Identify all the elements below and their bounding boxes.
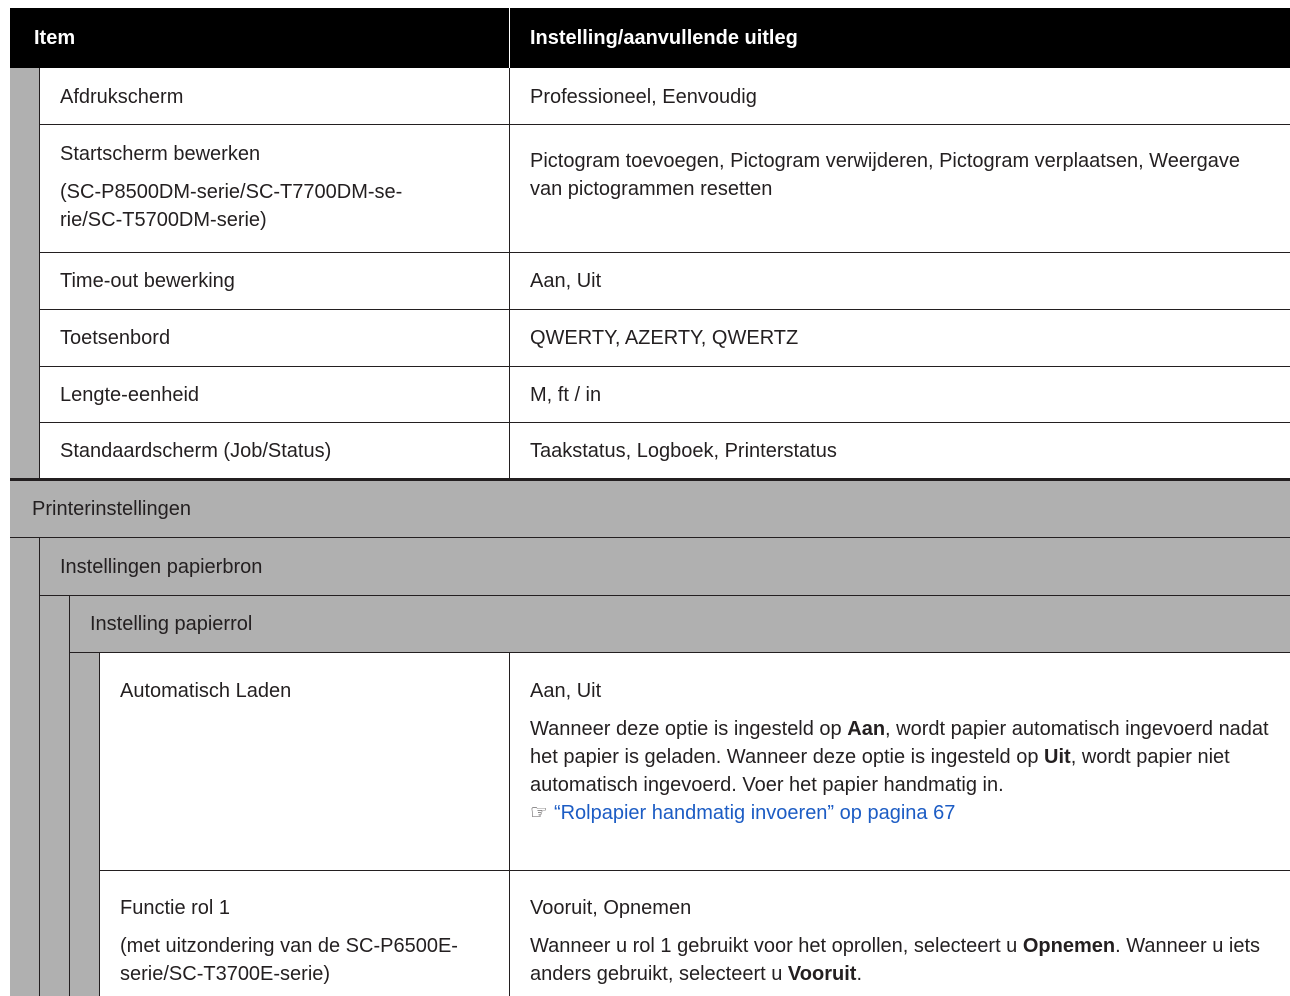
table-row: Functie rol 1 (met uitzondering van de S… xyxy=(100,871,1290,996)
setting-value: Professioneel, Eenvoudig xyxy=(530,86,757,108)
item-cell: Startscherm bewerken (SC-P8500DM-serie/S… xyxy=(60,140,440,234)
group-row-papierrol: Instelling papierrol xyxy=(70,596,1290,653)
column-divider xyxy=(509,367,510,422)
item-note: (met uitzondering van de SC-P6500E-serie… xyxy=(120,935,458,985)
group-label: Instelling papierrol xyxy=(90,613,253,635)
setting-description: Wanneer u rol 1 gebruikt voor het oproll… xyxy=(530,932,1280,988)
header-item: Item xyxy=(34,27,76,49)
description-bold: Aan xyxy=(847,718,886,740)
table-row: Lengte-eenheid M, ft / in xyxy=(40,367,1290,423)
indent-rail-level1 xyxy=(10,68,40,481)
column-divider xyxy=(509,653,510,870)
setting-value: Aan, Uit xyxy=(530,680,602,702)
indent-rail-level1 xyxy=(10,538,40,996)
setting-value: QWERTY, AZERTY, QWERTZ xyxy=(530,327,799,349)
column-divider xyxy=(509,125,510,252)
column-divider xyxy=(509,423,510,478)
item-cell: Functie rol 1 (met uitzondering van de S… xyxy=(120,894,480,988)
reference-link[interactable]: “Rolpapier handmatig invoeren” op pagina… xyxy=(554,802,955,824)
description-bold: Opnemen xyxy=(1022,935,1116,957)
item-note: (SC-P8500DM-serie/SC-T7700DM-se-rie/SC-T… xyxy=(60,181,403,231)
column-divider xyxy=(509,310,510,366)
setting-value: Aan, Uit xyxy=(530,270,602,292)
item-label: Startscherm bewerken xyxy=(60,143,261,165)
item-label: Automatisch Laden xyxy=(120,680,292,702)
table-row: Afdrukscherm Professioneel, Eenvoudig xyxy=(40,68,1290,125)
item-label: Afdrukscherm xyxy=(60,86,184,108)
group-label: Instellingen papierbron xyxy=(60,556,263,578)
indent-rail-level3 xyxy=(70,653,100,996)
setting-cell: Vooruit, Opnemen Wanneer u rol 1 gebruik… xyxy=(530,894,1280,988)
setting-description: Wanneer deze optie is ingesteld op Aan, … xyxy=(530,715,1280,799)
table-row: Time-out bewerking Aan, Uit xyxy=(40,253,1290,310)
column-divider xyxy=(509,253,510,309)
table-header: Item Instelling/aanvullende uitleg xyxy=(10,8,1290,68)
header-divider xyxy=(509,8,510,68)
reference-hand-icon: ☞ xyxy=(530,802,548,824)
description-text: . xyxy=(856,963,862,985)
header-setting: Instelling/aanvullende uitleg xyxy=(530,27,798,49)
item-label: Lengte-eenheid xyxy=(60,384,200,406)
setting-value: Vooruit, Opnemen xyxy=(530,897,692,919)
item-label: Time-out bewerking xyxy=(60,270,235,292)
item-label: Functie rol 1 xyxy=(120,897,231,919)
table-row: Startscherm bewerken (SC-P8500DM-serie/S… xyxy=(40,125,1290,253)
column-divider xyxy=(509,871,510,996)
group-row-printerinstellingen: Printerinstellingen xyxy=(10,481,1290,538)
description-bold: Vooruit xyxy=(787,963,857,985)
setting-value: M, ft / in xyxy=(530,384,602,406)
table-row: Standaardscherm (Job/Status) Taakstatus,… xyxy=(40,423,1290,481)
description-text: Wanneer deze optie is ingesteld op xyxy=(530,718,848,740)
setting-cell: Aan, Uit Wanneer deze optie is ingesteld… xyxy=(530,677,1280,827)
indent-rail-level2 xyxy=(40,596,70,996)
setting-value: Taakstatus, Logboek, Printerstatus xyxy=(530,440,837,462)
item-label: Toetsenbord xyxy=(60,327,171,349)
cross-reference[interactable]: ☞ “Rolpapier handmatig invoeren” op pagin… xyxy=(530,799,1280,827)
column-divider xyxy=(509,68,510,124)
table-row: Toetsenbord QWERTY, AZERTY, QWERTZ xyxy=(40,310,1290,367)
setting-value: Pictogram toevoegen, Pictogram verwijder… xyxy=(530,150,1240,200)
settings-table: Item Instelling/aanvullende uitleg Afdru… xyxy=(10,8,1290,996)
description-text: Wanneer u rol 1 gebruikt voor het oproll… xyxy=(530,935,1023,957)
description-bold: Uit xyxy=(1044,746,1071,768)
group-row-papierbron: Instellingen papierbron xyxy=(40,538,1290,596)
table-row: Automatisch Laden Aan, Uit Wanneer deze … xyxy=(100,653,1290,871)
group-label: Printerinstellingen xyxy=(32,498,191,520)
item-label: Standaardscherm (Job/Status) xyxy=(60,440,332,462)
